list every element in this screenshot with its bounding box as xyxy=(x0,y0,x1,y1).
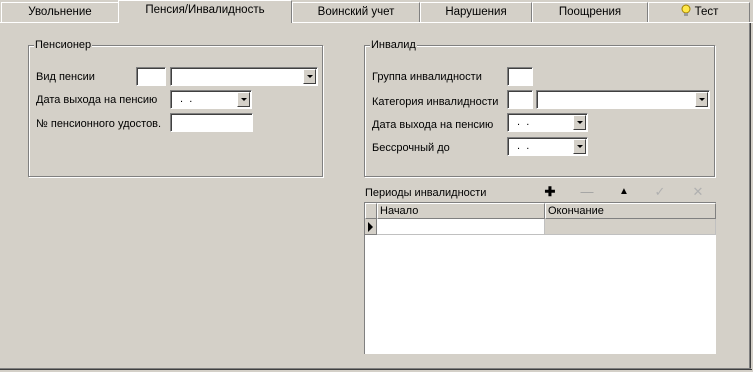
grid-indicator-header xyxy=(365,203,377,219)
indefinite-until-picker[interactable]: . . xyxy=(507,137,588,156)
tab-pension-disability[interactable]: Пенсия/Инвалидность xyxy=(118,0,292,23)
periods-title: Периоды инвалидности xyxy=(365,187,487,199)
column-header-start[interactable]: Начало xyxy=(377,203,545,219)
retirement-date-label: Дата выхода на пенсию xyxy=(36,94,158,106)
current-row-arrow-icon xyxy=(368,222,373,232)
tab-test[interactable]: Тест xyxy=(648,2,750,22)
pension-type-select[interactable] xyxy=(170,67,318,86)
tab-label: Нарушения xyxy=(445,6,507,18)
column-header-end[interactable]: Окончание xyxy=(545,203,716,219)
pensioner-group-title: Пенсионер xyxy=(34,39,93,52)
disability-category-select[interactable] xyxy=(536,90,710,109)
pensioner-group xyxy=(28,45,323,177)
invalid-group xyxy=(364,45,715,177)
up-icon[interactable]: ▲ xyxy=(615,185,633,199)
lightbulb-icon xyxy=(680,4,692,24)
delete-icon[interactable]: — xyxy=(578,185,596,199)
indefinite-until-label: Бессрочный до xyxy=(372,142,450,154)
certificate-label: № пенсионного удостов. xyxy=(36,118,162,130)
tab-label: Увольнение xyxy=(28,6,92,18)
indefinite-until-value: . . xyxy=(514,140,530,152)
disability-category-code-field[interactable] xyxy=(507,90,533,109)
tab-military-registration[interactable]: Воинский учет xyxy=(292,2,420,22)
chevron-down-icon[interactable] xyxy=(237,92,250,107)
pension-type-label: Вид пенсии xyxy=(36,71,95,83)
add-icon[interactable]: ✚ xyxy=(541,185,559,199)
tab-label: Воинский учет xyxy=(317,6,395,18)
periods-grid[interactable]: Начало Окончание xyxy=(364,202,716,354)
chevron-down-icon[interactable] xyxy=(573,115,586,130)
certificate-field[interactable] xyxy=(170,113,253,132)
disability-category-label: Категория инвалидности xyxy=(372,96,499,108)
pension-type-code-field[interactable] xyxy=(136,67,166,86)
retirement-date-value: . . xyxy=(177,93,193,105)
disability-group-field[interactable] xyxy=(507,67,533,86)
chevron-down-icon[interactable] xyxy=(573,139,586,154)
row-indicator[interactable] xyxy=(365,219,377,235)
cell-start[interactable] xyxy=(377,219,545,235)
tab-dismissal[interactable]: Увольнение xyxy=(1,2,119,22)
tab-label: Пенсия/Инвалидность xyxy=(145,4,265,16)
confirm-icon[interactable]: ✓ xyxy=(651,185,669,199)
tab-label: Поощрения xyxy=(558,6,622,18)
chevron-down-icon[interactable] xyxy=(695,92,708,107)
chevron-down-icon[interactable] xyxy=(303,69,316,84)
invalid-group-title: Инвалид xyxy=(370,39,417,52)
tab-rewards[interactable]: Поощрения xyxy=(532,2,648,22)
disability-retirement-date-value: . . xyxy=(514,116,530,128)
disability-group-label: Группа инвалидности xyxy=(372,71,482,83)
cell-end[interactable] xyxy=(545,219,716,235)
retirement-date-picker[interactable]: . . xyxy=(170,90,252,109)
tab-label: Тест xyxy=(694,6,719,18)
disability-retirement-date-label: Дата выхода на пенсию xyxy=(372,119,494,131)
cancel-icon[interactable]: ✕ xyxy=(689,185,707,199)
disability-retirement-date-picker[interactable]: . . xyxy=(507,113,588,132)
tab-violations[interactable]: Нарушения xyxy=(420,2,532,22)
